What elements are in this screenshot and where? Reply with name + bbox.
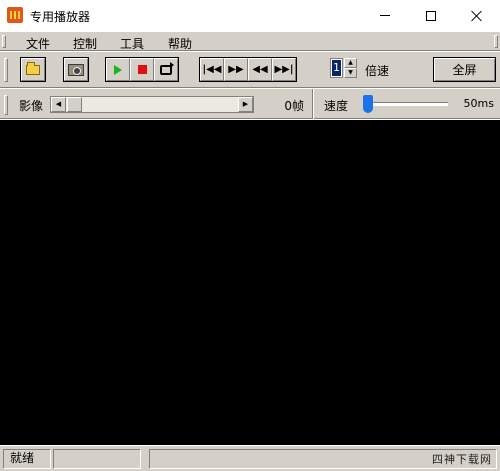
menu-control[interactable]: 控制 [73,35,97,52]
toolbar: |◀◀ ▶▶ ◀◀ ▶▶| 1 ▲ ▼ 倍速 全屏 [0,52,500,88]
title-bar: 专用播放器 [0,0,500,31]
menu-help[interactable]: 帮助 [168,35,192,52]
menu-bar: 文件 控制 工具 帮助 [0,31,500,51]
stop-icon [137,65,147,74]
menu-file[interactable]: 文件 [26,35,50,52]
app-icon [7,7,23,23]
camera-icon [68,63,84,76]
spin-up-button[interactable]: ▲ [344,58,357,68]
open-folder-icon [26,61,40,75]
speed-multiplier-value: 1 [332,60,341,76]
menu-tools[interactable]: 工具 [120,35,144,52]
skip-start-button[interactable]: |◀◀ [200,58,224,81]
speed-multiplier-spinner: ▲ ▼ [344,58,357,78]
video-display[interactable] [0,120,500,445]
skip-end-button[interactable]: ▶▶| [272,58,296,81]
spin-down-button[interactable]: ▼ [344,68,357,78]
menu-grip-right [494,35,498,48]
status-panel-2 [53,449,141,469]
seek-bar: 影像 ◀ ▶ 0帧 速度 50ms [0,89,500,119]
close-button[interactable] [454,0,500,31]
skip-end-icon: ▶▶| [274,64,294,75]
scroll-left-button[interactable]: ◀ [51,97,66,112]
fast-forward-icon: ▶▶ [228,64,244,75]
speed-label: 速度 [324,99,349,113]
navigation-group: |◀◀ ▶▶ ◀◀ ▶▶| [199,57,297,82]
play-icon [114,64,122,75]
image-label: 影像 [19,99,44,113]
separator [312,89,314,119]
toolbar-grip[interactable] [4,58,8,82]
open-group [20,57,46,82]
fast-forward-button[interactable]: ▶▶ [224,58,248,81]
rewind-icon: ◀◀ [252,64,268,75]
minimize-icon [380,15,390,16]
maximize-icon [426,10,436,21]
loop-icon [160,61,174,75]
play-button[interactable] [106,58,130,81]
fullscreen-button[interactable]: 全屏 [433,57,496,82]
scroll-right-button[interactable]: ▶ [238,97,253,112]
speed-slider-track[interactable] [366,102,448,106]
frame-scrollbar[interactable]: ◀ ▶ [50,96,254,113]
watermark: 四神下载网 [432,453,492,466]
speed-value: 50ms [463,97,494,110]
capture-button[interactable] [64,58,88,81]
maximize-button[interactable] [408,0,454,31]
speed-multiplier-input[interactable]: 1 [330,58,343,78]
seekbar-grip[interactable] [4,95,8,115]
skip-start-icon: |◀◀ [202,64,222,75]
speed-multiplier-label: 倍速 [365,64,390,78]
window-title: 专用播放器 [30,10,91,24]
close-icon [471,10,483,22]
playback-group [105,57,179,82]
loop-button[interactable] [154,58,178,81]
rewind-button[interactable]: ◀◀ [248,58,272,81]
fullscreen-label: 全屏 [452,63,477,77]
status-text: 就绪 [3,449,51,469]
status-bar: 就绪 [0,445,500,471]
frame-count: 0帧 [284,99,304,113]
minimize-button[interactable] [362,0,408,31]
speed-slider-thumb[interactable] [363,95,373,113]
scroll-thumb[interactable] [67,97,82,112]
open-file-button[interactable] [21,58,45,81]
stop-button[interactable] [130,58,154,81]
capture-group [63,57,89,82]
menu-grip[interactable] [2,35,6,48]
